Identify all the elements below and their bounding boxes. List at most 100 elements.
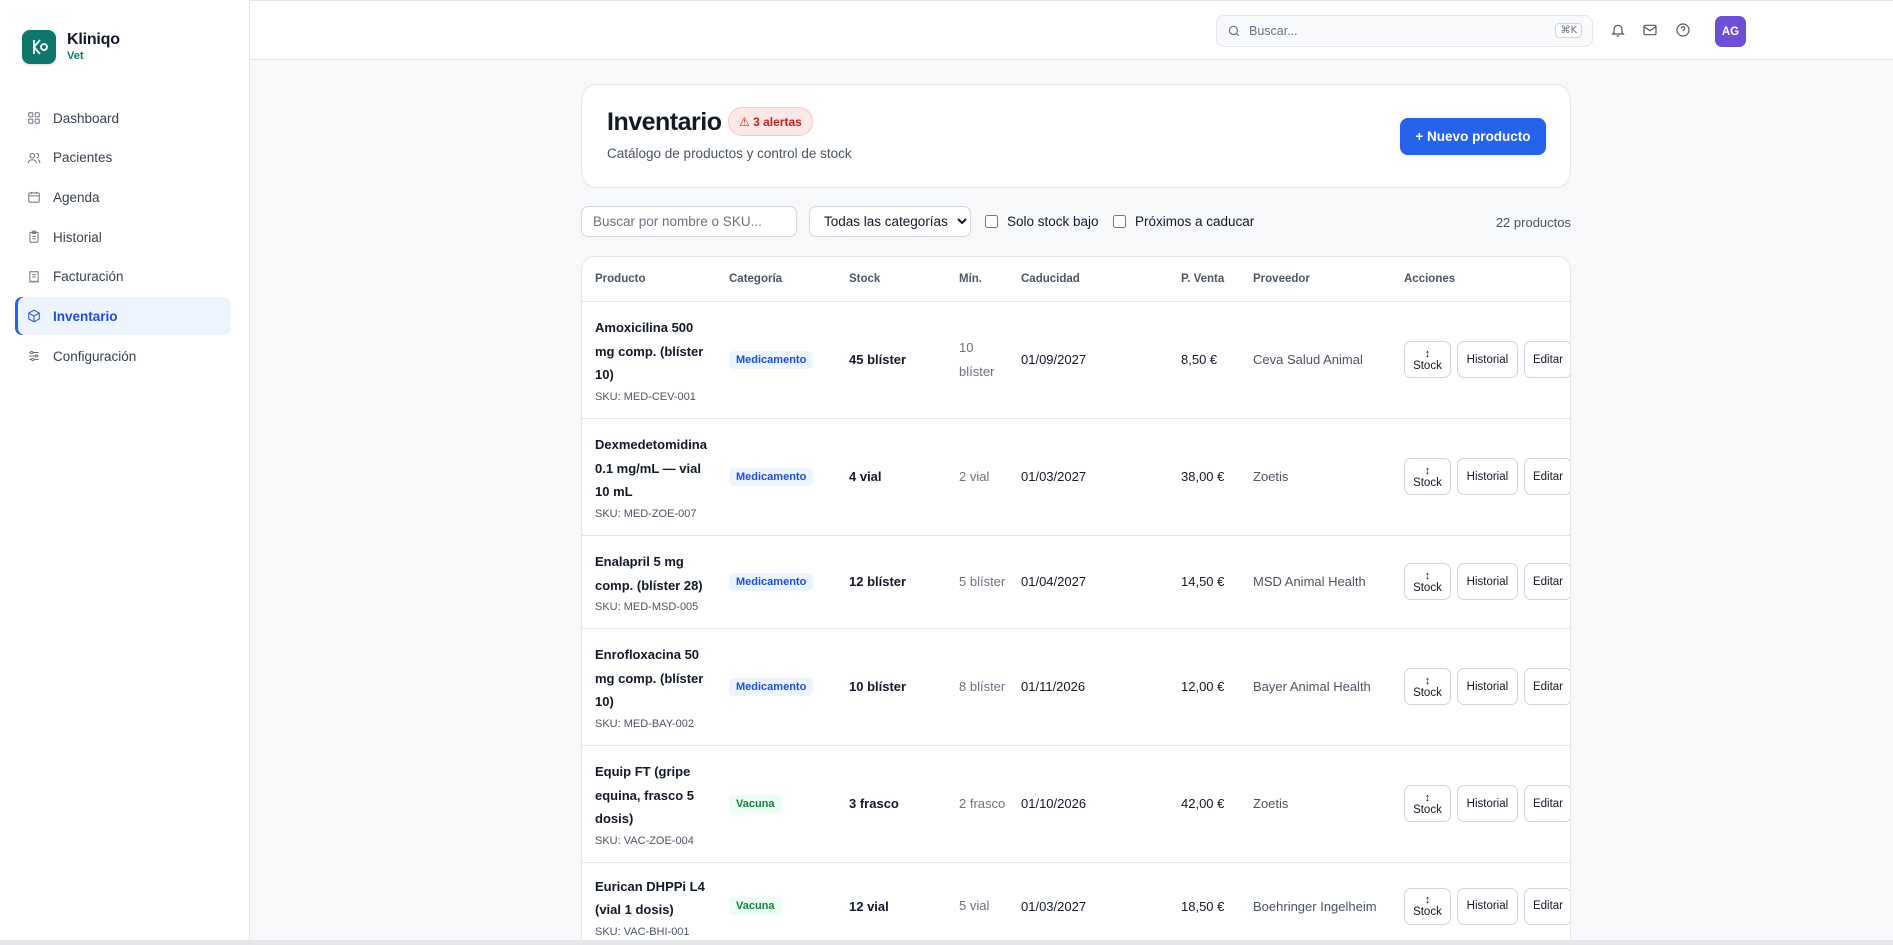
min-stock-value: 10 blíster [959,340,995,379]
category-badge: Medicamento [729,677,814,696]
category-badge: Medicamento [729,572,814,591]
new-product-button[interactable]: + Nuevo producto [1400,118,1546,155]
bell-icon[interactable] [1610,22,1626,38]
box-icon [28,310,40,323]
sale-price: 38,00 € [1181,469,1225,484]
history-button[interactable]: Historial [1456,785,1518,822]
table-row[interactable]: Enrofloxacina 50 mg comp. (blíster 10) S… [582,628,1570,745]
table-row[interactable]: Eurican DHPPi L4 (vial 1 dosis) SKU: VAC… [582,862,1570,945]
adjust-stock-button[interactable]: ↕ Stock [1404,563,1451,600]
edit-button[interactable]: Editar [1523,785,1570,822]
history-button[interactable]: Historial [1456,563,1518,600]
column-header[interactable]: Stock [836,257,946,301]
adjust-stock-label: Stock [1413,359,1442,372]
sidebar-item-label: Configuración [53,348,137,364]
sale-price: 8,50 € [1181,352,1218,367]
column-header[interactable]: Producto [582,257,716,301]
edit-button[interactable]: Editar [1523,458,1570,495]
low-stock-checkbox[interactable] [985,215,998,228]
edit-button[interactable]: Editar [1523,563,1570,600]
avatar[interactable]: AG [1715,16,1746,47]
updown-arrow-icon: ↕ [1424,569,1431,582]
sidebar: Kliniqo Vet Dashboard Pacientes Agenda H… [0,0,250,945]
column-header[interactable]: Caducidad [1008,257,1168,301]
supplier: Bayer Animal Health [1253,679,1371,694]
column-header[interactable]: Mín. [946,257,1008,301]
sidebar-item-configuracion[interactable]: Configuración [15,337,231,375]
adjust-stock-button[interactable]: ↕ Stock [1404,785,1451,822]
table-row[interactable]: Amoxicilina 500 mg comp. (blíster 10) SK… [582,301,1570,418]
product-sku: SKU: MED-BAY-002 [595,717,695,730]
category-select[interactable]: Todas las categorías [809,206,971,237]
stock-value: 10 blíster [849,679,907,694]
category-badge: Vacuna [729,897,782,915]
product-search-input[interactable] [581,206,797,237]
adjust-stock-button[interactable]: ↕ Stock [1404,887,1451,925]
updown-arrow-icon: ↕ [1424,894,1431,906]
history-button[interactable]: Historial [1456,887,1518,925]
sidebar-item-label: Facturación [53,269,124,285]
row-actions: ↕ Stock Historial Editar [1404,458,1570,495]
sidebar-item-label: Inventario [53,308,118,324]
product-name[interactable]: Amoxicilina 500 mg comp. (blíster 10) [595,316,716,387]
clipboard-icon [29,230,39,243]
product-name[interactable]: Enalapril 5 mg comp. (blíster 28) [595,550,716,597]
column-header[interactable]: Proveedor [1240,257,1391,301]
sidebar-item-label: Pacientes [53,150,113,166]
brand-sub: Vet [67,50,84,62]
category-badge: Medicamento [729,350,814,369]
product-name[interactable]: Eurican DHPPi L4 (vial 1 dosis) [595,875,716,922]
sale-price: 18,50 € [1181,898,1225,914]
expiring-checkbox[interactable] [1113,215,1126,228]
history-button[interactable]: Historial [1456,668,1518,705]
mail-icon[interactable] [1642,22,1658,38]
edit-button[interactable]: Editar [1523,887,1570,925]
product-sku: SKU: VAC-BHI-001 [595,925,690,938]
help-icon[interactable] [1675,22,1691,38]
adjust-stock-button[interactable]: ↕ Stock [1404,458,1451,495]
product-sku: SKU: VAC-ZOE-004 [595,834,694,847]
edit-button[interactable]: Editar [1523,668,1570,705]
alerts-badge[interactable]: ⚠ 3 alertas [728,107,813,136]
table-row[interactable]: Dexmedetomidina 0.1 mg/mL — vial 10 mL S… [582,418,1570,535]
topbar: ⌘K AG [250,0,1893,60]
sale-price: 14,50 € [1181,574,1225,589]
table-header-row: Producto Categoría Stock Mín. Caducidad … [582,257,1570,301]
expiry-date: 01/11/2026 [1021,679,1086,694]
sidebar-item-agenda[interactable]: Agenda [15,178,231,216]
product-name[interactable]: Equip FT (gripe equina, frasco 5 dosis) [595,760,716,831]
row-actions: ↕ Stock Historial Editar [1404,341,1570,378]
product-sku: SKU: MED-ZOE-007 [595,507,697,520]
column-header[interactable]: Categoría [716,257,836,301]
expiring-filter[interactable]: Próximos a caducar [1113,214,1254,229]
filters-bar: Todas las categorías Solo stock bajo Pró… [581,206,1571,238]
sidebar-item-label: Agenda [53,189,100,205]
product-name[interactable]: Dexmedetomidina 0.1 mg/mL — vial 10 mL [595,433,716,504]
sidebar-item-inventario[interactable]: Inventario [15,297,231,336]
row-actions: ↕ Stock Historial Editar [1404,887,1570,925]
global-search-input[interactable] [1249,24,1539,38]
stock-value: 45 blíster [849,352,907,367]
edit-button[interactable]: Editar [1523,341,1570,378]
expiry-date: 01/03/2027 [1021,898,1087,914]
sidebar-item-facturacion[interactable]: Facturación [15,258,231,296]
sidebar-item-pacientes[interactable]: Pacientes [15,139,231,177]
product-name[interactable]: Enrofloxacina 50 mg comp. (blíster 10) [595,643,716,714]
page-header-card: Inventario ⚠ 3 alertas Catálogo de produ… [581,84,1571,188]
low-stock-filter[interactable]: Solo stock bajo [985,214,1099,229]
global-search[interactable]: ⌘K [1216,15,1593,47]
category-badge: Medicamento [729,467,814,486]
sidebar-item-historial[interactable]: Historial [15,218,231,256]
adjust-stock-label: Stock [1413,581,1442,594]
adjust-stock-button[interactable]: ↕ Stock [1404,341,1451,378]
table-row[interactable]: Equip FT (gripe equina, frasco 5 dosis) … [582,745,1570,862]
history-button[interactable]: Historial [1456,458,1518,495]
brand-logo-icon [22,30,56,64]
table-row[interactable]: Enalapril 5 mg comp. (blíster 28) SKU: M… [582,535,1570,628]
sidebar-item-dashboard[interactable]: Dashboard [15,99,231,137]
column-header[interactable]: P. Venta [1168,257,1240,301]
history-button[interactable]: Historial [1456,341,1518,378]
brand[interactable]: Kliniqo Vet [22,30,120,64]
product-count: 22 productos [1495,215,1571,230]
adjust-stock-button[interactable]: ↕ Stock [1404,668,1451,705]
